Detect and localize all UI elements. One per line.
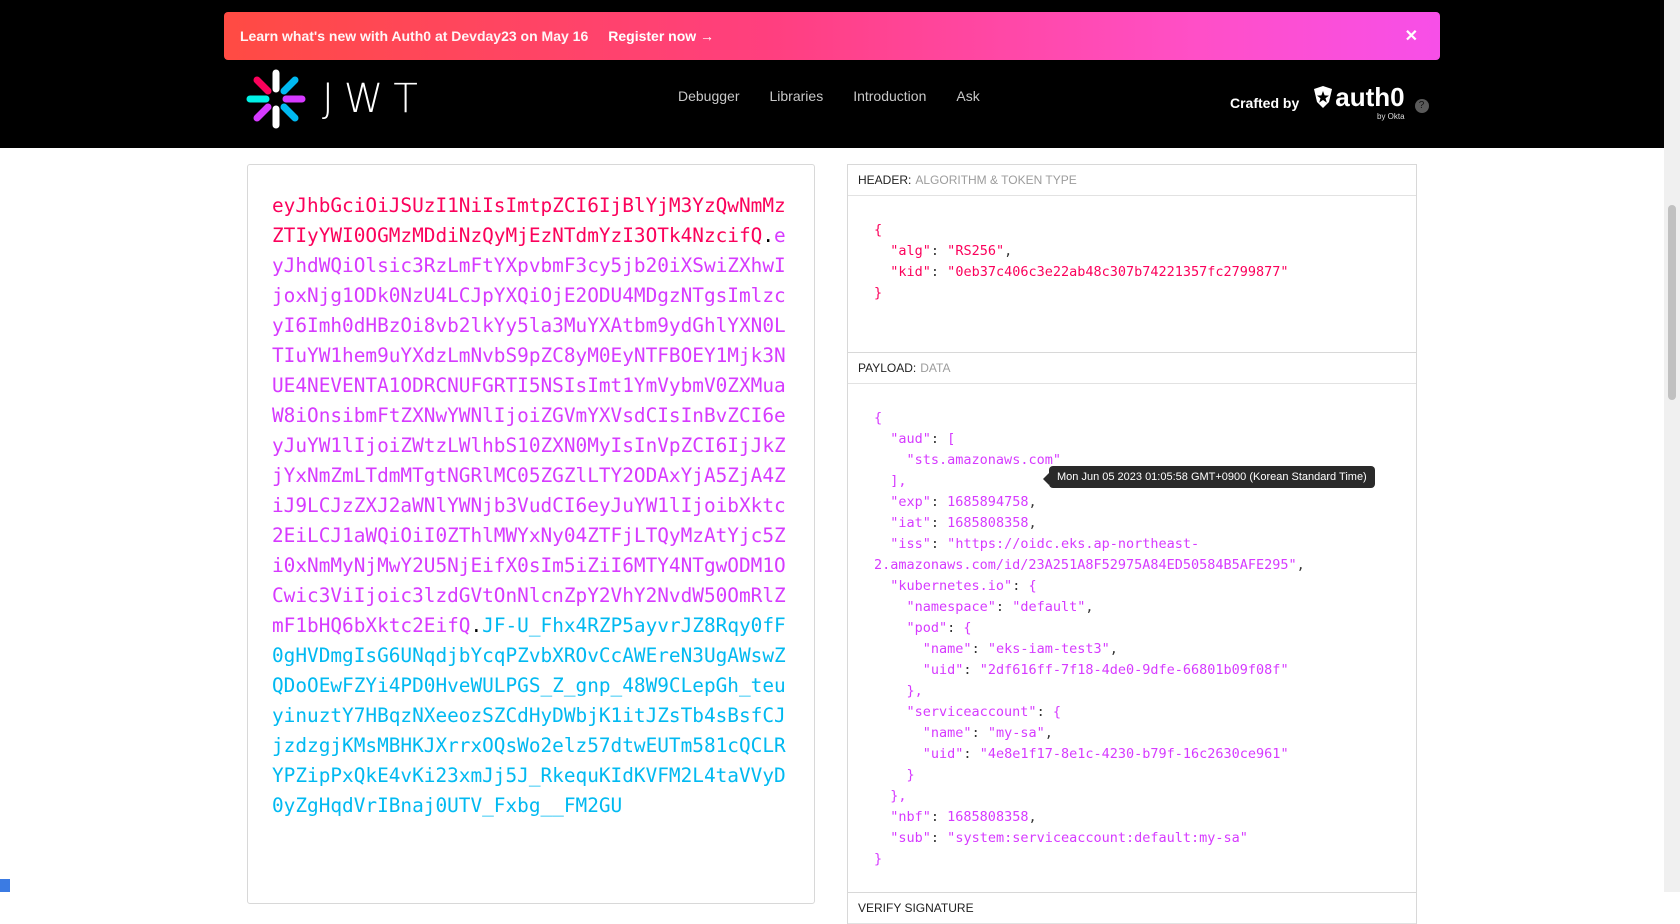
header-section-title: HEADER: ALGORITHM & TOKEN TYPE bbox=[848, 165, 1416, 196]
header-section: HEADER: ALGORITHM & TOKEN TYPE { "alg": … bbox=[847, 164, 1417, 352]
auth0-shield-icon bbox=[1314, 86, 1333, 108]
auth0-logo[interactable]: auth0 by Okta bbox=[1311, 82, 1405, 121]
top-bar: Learn what's new with Auth0 at Devday23 … bbox=[0, 0, 1664, 148]
crafted-by-label: Crafted by bbox=[1230, 94, 1300, 111]
jwt-burst-icon bbox=[246, 69, 306, 129]
crafted-by[interactable]: Crafted by auth0 by Okta ? bbox=[1230, 84, 1429, 121]
main-nav: Debugger Libraries Introduction Ask bbox=[678, 88, 980, 104]
by-okta-label: by Okta bbox=[1377, 112, 1405, 121]
header-json-editor[interactable]: { "alg": "RS256", "kid": "0eb37c406c3e22… bbox=[848, 196, 1416, 352]
banner-message: Learn what's new with Auth0 at Devday23 … bbox=[240, 28, 589, 44]
separator-dot: . bbox=[762, 224, 775, 247]
auth0-wordmark: auth0 bbox=[1335, 82, 1405, 112]
verify-signature-section: VERIFY SIGNATURE bbox=[847, 892, 1417, 924]
payload-json-editor[interactable]: { "aud": [ "sts.amazonaws.com" ], "exp":… bbox=[848, 384, 1416, 892]
jwt-logo[interactable]: JWT bbox=[246, 68, 436, 130]
exp-value: 1685894758 bbox=[947, 494, 1029, 510]
nav-debugger[interactable]: Debugger bbox=[678, 88, 740, 104]
scrollbar-thumb[interactable] bbox=[1668, 205, 1676, 400]
separator-dot: . bbox=[470, 614, 483, 637]
register-now-link[interactable]: Register now → bbox=[608, 28, 714, 44]
corner-widget[interactable] bbox=[0, 879, 10, 892]
help-icon[interactable]: ? bbox=[1414, 98, 1429, 113]
verify-signature-title: VERIFY SIGNATURE bbox=[848, 893, 1416, 924]
encoded-signature: JF-U_Fhx4RZP5ayvrJZ8Rqy0fF0gHVDmgIsG6UNq… bbox=[272, 614, 786, 817]
page-scrollbar[interactable] bbox=[1664, 0, 1680, 892]
logo-wordmark: JWT bbox=[322, 76, 428, 122]
nav-libraries[interactable]: Libraries bbox=[770, 88, 824, 104]
nav-introduction[interactable]: Introduction bbox=[853, 88, 926, 104]
close-icon[interactable]: ✕ bbox=[1405, 26, 1418, 46]
exp-date-tooltip: Mon Jun 05 2023 01:05:58 GMT+0900 (Korea… bbox=[1043, 466, 1375, 488]
encoded-payload: eyJhdWQiOlsic3RzLmFtYXpvbmF3cy5jb20iXSwi… bbox=[272, 224, 786, 637]
encoded-header: eyJhbGciOiJSUzI1NiIsImtpZCI6IjBlYjM3YzQw… bbox=[272, 194, 786, 247]
encoded-token-panel[interactable]: eyJhbGciOiJSUzI1NiIsImtpZCI6IjBlYjM3YzQw… bbox=[247, 164, 815, 904]
payload-section-title: PAYLOAD: DATA bbox=[848, 353, 1416, 384]
announcement-banner[interactable]: Learn what's new with Auth0 at Devday23 … bbox=[224, 12, 1440, 60]
payload-section: PAYLOAD: DATA { "aud": [ "sts.amazonaws.… bbox=[847, 352, 1417, 892]
decoded-panel: HEADER: ALGORITHM & TOKEN TYPE { "alg": … bbox=[847, 164, 1417, 924]
nav-ask[interactable]: Ask bbox=[956, 88, 979, 104]
